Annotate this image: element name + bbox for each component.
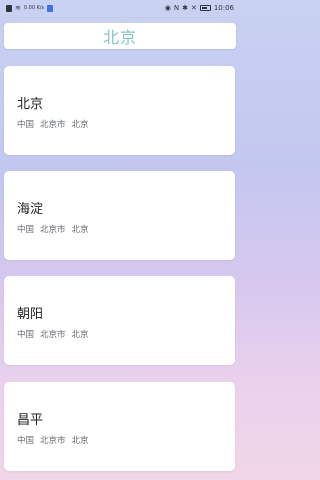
location-name: 朝阳 (17, 307, 44, 322)
province-label: 北京市 (40, 225, 66, 235)
city-label: 北京 (71, 120, 89, 130)
result-card[interactable]: 昌平 中国 北京市 北京 (4, 382, 235, 471)
sim-icon (6, 4, 12, 12)
province-label: 北京市 (40, 120, 66, 130)
location-path: 中国 北京市 北京 (17, 223, 89, 235)
time: 10:06 (213, 4, 234, 12)
city-label: 北京 (71, 436, 89, 446)
result-card[interactable]: 朝阳 中国 北京市 北京 (4, 276, 235, 365)
search-bar[interactable]: 北京 (4, 23, 236, 49)
location-path: 中国 北京市 北京 (17, 434, 89, 446)
country-label: 中国 (17, 436, 35, 446)
result-card[interactable]: 北京 中国 北京市 北京 (4, 66, 235, 155)
location-path: 中国 北京市 北京 (17, 118, 89, 130)
bluetooth-icon: ✱ (182, 4, 188, 12)
eye-icon: ◉ (164, 4, 171, 12)
data-speed-icon: 0.00 K/s (23, 4, 45, 11)
notification-icon (47, 4, 54, 12)
country-label: 中国 (17, 330, 35, 340)
country-label: 中国 (17, 120, 35, 130)
location-name: 北京 (17, 97, 44, 112)
location-name: 昌平 (17, 413, 44, 428)
province-label: 北京市 (40, 330, 66, 340)
nfc-icon: N (173, 4, 180, 12)
close-icon: ✕ (190, 4, 197, 12)
location-path: 中国 北京市 北京 (17, 328, 89, 340)
status-left: ≋ 0.00 K/s (6, 4, 54, 12)
city-label: 北京 (71, 225, 89, 235)
country-label: 中国 (17, 225, 35, 235)
location-name: 海淀 (17, 202, 44, 217)
result-card[interactable]: 海淀 中国 北京市 北京 (4, 171, 235, 260)
province-label: 北京市 (40, 436, 66, 446)
wifi-icon: ≋ (15, 4, 21, 12)
status-right: ◉ N ✱ ✕ 10:06 (165, 4, 234, 12)
city-label: 北京 (71, 330, 89, 340)
battery-icon (199, 5, 211, 11)
status-bar: ≋ 0.00 K/s ◉ N ✱ ✕ 10:06 (0, 0, 240, 16)
search-input[interactable]: 北京 (103, 24, 137, 48)
